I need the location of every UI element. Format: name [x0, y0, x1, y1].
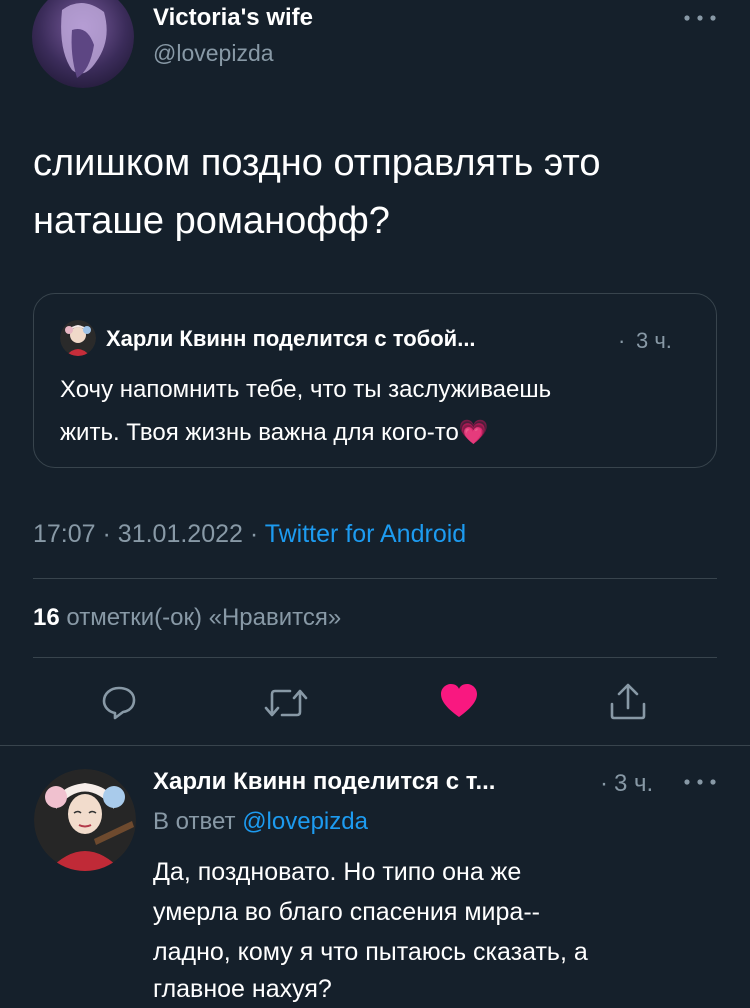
tweet-text-line-1: слишком поздно отправлять это	[33, 142, 601, 184]
tweet-meta: 17:07 · 31.01.2022 · Twitter for Android	[33, 520, 466, 549]
quoted-separator: ·	[618, 328, 626, 353]
tweet-time: 17:07	[33, 520, 96, 548]
reply-text-line-1: Да, поздновато. Но типо она же	[153, 858, 522, 886]
reply-author-avatar[interactable]	[34, 769, 136, 871]
reply-to-label: В ответ	[153, 808, 236, 835]
tweet-date: 31.01.2022	[117, 520, 243, 548]
retweet-icon[interactable]	[264, 686, 308, 720]
heart-filled-icon[interactable]	[440, 684, 478, 718]
likes-count: 16	[33, 604, 60, 631]
reply-text-line-4: главное нахуя?	[153, 975, 332, 1003]
likes-summary[interactable]: 16 отметки(-ок) «Нравится»	[33, 604, 341, 632]
reply-time: 3 ч.	[614, 770, 654, 797]
sparkling-heart-emoji: 💗	[458, 419, 489, 446]
quoted-text-line-2: жить. Твоя жизнь важна для кого-то💗	[60, 418, 489, 447]
more-horizontal-icon[interactable]	[680, 774, 720, 790]
reply-separator: ·	[600, 770, 608, 797]
quoted-time: 3 ч.	[636, 328, 672, 353]
quoted-author-name: Харли Квинн поделится с тобой...	[106, 326, 476, 351]
divider	[33, 657, 717, 658]
quoted-author-avatar	[60, 320, 96, 356]
author-name[interactable]: Victoria's wife	[153, 4, 313, 32]
meta-separator: ·	[249, 520, 259, 548]
divider	[33, 578, 717, 579]
tweet-source-link[interactable]: Twitter for Android	[265, 520, 466, 548]
tweet-text-line-2: наташе романофф?	[33, 200, 390, 242]
reply-author-name[interactable]: Харли Квинн поделится с т...	[153, 768, 495, 796]
divider	[0, 745, 750, 746]
quoted-text-line-1: Хочу напомнить тебе, что ты заслуживаешь	[60, 376, 552, 403]
share-icon[interactable]	[608, 682, 648, 720]
author-handle[interactable]: @lovepizda	[153, 40, 274, 67]
reply-text-line-2: умерла во благо спасения мира--	[153, 898, 540, 926]
likes-label: отметки(-ок) «Нравится»	[66, 604, 342, 631]
reply-to-line: В ответ @lovepizda	[153, 808, 368, 836]
reply-text-line-3: ладно, кому я что пытаюсь сказать, а	[153, 938, 588, 966]
meta-separator: ·	[102, 520, 111, 548]
author-avatar[interactable]	[32, 0, 134, 88]
more-horizontal-icon[interactable]	[680, 10, 720, 26]
reply-icon[interactable]	[101, 684, 137, 720]
reply-to-handle[interactable]: @lovepizda	[242, 808, 368, 835]
quoted-text-line-2-text: жить. Твоя жизнь важна для кого-то	[60, 419, 459, 446]
